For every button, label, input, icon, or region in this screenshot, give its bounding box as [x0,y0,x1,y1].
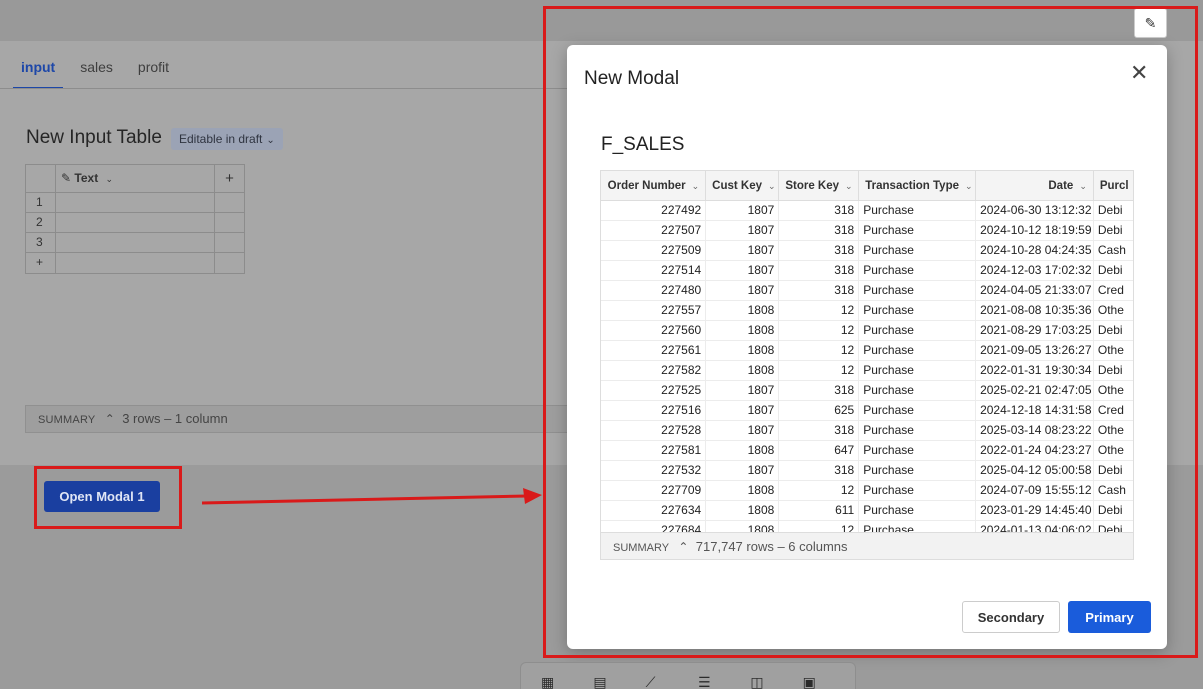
grid-cell[interactable] [56,233,215,252]
chevron-down-icon: ⌄ [266,135,275,146]
annotation-box-modal [543,6,1198,658]
grid-header-row: ✎ Text ⌄ + [26,165,244,193]
column-header-label: Text [74,171,99,185]
annotation-box-button [34,466,182,529]
grid-row: 1 [26,193,244,213]
row-number: 1 [26,193,56,212]
grid-cell[interactable] [56,213,215,232]
summary-label: SUMMARY [38,414,96,426]
grid-add-row: + [26,253,244,273]
input-table-title: New Input Table [26,127,162,148]
grid-cell-empty [215,193,244,212]
shapes-icon[interactable]: ◫ [750,663,802,689]
input-summary-bar[interactable]: SUMMARY ⌃ 3 rows – 1 column [25,405,585,433]
add-column-button[interactable]: + [215,165,244,192]
chevron-down-icon: ⌄ [105,174,114,184]
tabs-divider [0,88,567,89]
row-number: 3 [26,233,56,252]
column-header-text[interactable]: ✎ Text ⌄ [56,165,215,192]
grid-row: 3 [26,233,244,253]
row-number: 2 [26,213,56,232]
grid-cell-empty [56,253,215,273]
grid-row: 2 [26,213,244,233]
grid-cell-empty [215,233,244,252]
tab-profit[interactable]: profit [130,50,177,89]
table-icon[interactable]: ▦ [541,663,593,689]
add-row-button[interactable]: + [26,253,56,273]
pencil-icon: ✎ [61,171,72,185]
tab-input[interactable]: input [13,50,64,89]
tab-sales[interactable]: sales [72,50,121,89]
grid-cell-empty [215,253,244,273]
grid-cell-empty [215,213,244,232]
annotation-arrow [202,488,542,505]
chart-icon[interactable]: ⟋ [646,663,698,689]
sliders-icon[interactable]: ☰ [698,663,750,689]
layout-icon[interactable]: ▣ [803,663,855,689]
summary-info: 3 rows – 1 column [122,411,228,426]
editable-badge-label: Editable in draft [179,132,263,146]
chevron-up-icon: ⌃ [104,412,115,426]
grid-cell[interactable] [56,193,215,212]
bottom-toolbar: ▦ ▤ ⟋ ☰ ◫ ▣ [520,662,856,689]
edit-table-icon[interactable]: ▤ [593,663,645,689]
editable-badge[interactable]: Editable in draft ⌄ [171,128,283,150]
grid-corner-cell [26,165,56,192]
input-grid: ✎ Text ⌄ + 1 2 3 + [25,164,245,274]
page-tabs: input sales profit [13,50,186,89]
